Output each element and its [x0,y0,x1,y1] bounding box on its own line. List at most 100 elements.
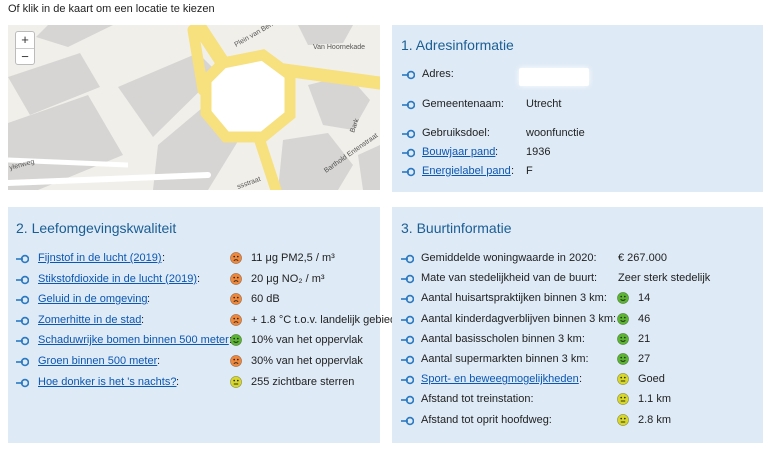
arrow-bullet-icon [402,128,416,139]
orange-smiley-icon [230,272,242,285]
info-link[interactable]: Geluid in de omgeving [38,291,147,307]
row-value: Goed [638,373,665,386]
orange-smiley-icon [230,313,242,326]
leef-row: Groen binnen 500 meter:30% van het opper… [16,353,376,369]
row-value: Zeer sterk stedelijk [618,272,711,285]
yellow-smiley-icon [617,413,629,426]
info-link[interactable]: Stikstofdioxide in de lucht (2019) [38,271,197,287]
row-value: woonfunctie [526,127,585,139]
arrow-bullet-icon [401,253,415,264]
row-value: 20 μg NO₂ / m³ [251,272,325,285]
row-value: 30% van het oppervlak [251,355,363,367]
arrow-bullet-icon [16,377,30,387]
row-label: Gebruiksdoel: [422,127,490,139]
info-link[interactable]: Groen binnen 500 meter [38,353,157,369]
leef-row: Schaduwrijke bomen binnen 500 meter:10% … [16,332,376,348]
arrow-bullet-icon [401,334,415,344]
arrow-bullet-icon [401,415,415,425]
arrow-bullet-icon [16,315,30,325]
leef-row: Stikstofdioxide in de lucht (2019):20 μg… [16,271,376,287]
arrow-bullet-icon [401,293,415,304]
row-value: 1.1 km [638,393,672,406]
info-link[interactable]: Zomerhitte in de stad [38,312,141,328]
green-smiley-icon [230,334,242,347]
zoom-out-button[interactable]: − [16,48,34,64]
info-link[interactable]: Schaduwrijke bomen binnen 500 meter [38,332,229,348]
row-label: Mate van stedelijkheid van de buurt: [421,272,598,285]
row-label: Aantal kinderdagverblijven binnen 3 km: [421,312,617,325]
row-label: Aantal huisartspraktijken binnen 3 km: [421,292,607,305]
street-label: Van Hoornekade [313,44,365,51]
adres-row: Energielabel pand: F [402,163,752,179]
row-value: F [526,165,533,177]
green-smiley-icon [617,292,629,305]
arrow-bullet-icon [16,335,30,346]
row-label: Gemiddelde woningwaarde in 2020: [421,252,597,264]
zoom-in-button[interactable]: + [16,32,34,48]
row-value: 255 zichtbare sterren [251,375,355,388]
leef-row: Fijnstof in de lucht (2019):11 μg PM2,5 … [16,250,376,266]
yellow-smiley-icon [617,373,629,386]
info-link[interactable]: Energielabel pand [422,163,511,179]
row-value: 14 [638,292,651,305]
adres-row: Adres: [402,66,752,82]
panel-title: 2. Leefomgevingskwaliteit [16,220,177,236]
adres-row: Bouwjaar pand:1936 [402,144,752,160]
map-tiles[interactable]: Plein van Berlage Van Hoornekade Barthol… [8,25,380,190]
zoom-control: + − [15,31,35,65]
buurt-row: Aantal supermarkten binnen 3 km: 27 [401,351,759,367]
arrow-bullet-icon [401,354,415,365]
buurt-row: Sport- en beweegmogelijkheden: Goed [401,371,759,387]
row-value: 27 [638,353,651,365]
info-link[interactable]: Bouwjaar pand [422,144,495,160]
orange-smiley-icon [230,293,242,306]
info-link[interactable]: Hoe donker is het 's nachts? [38,374,176,390]
orange-smiley-icon [230,252,242,264]
row-value: + 1.8 °C t.o.v. landelijk gebied [251,313,397,326]
row-value: 10% van het oppervlak [251,334,363,347]
leef-row: Zomerhitte in de stad: + 1.8 °C t.o.v. la… [16,312,396,328]
row-label: Adres: [422,68,454,80]
buurt-row: Aantal huisartspraktijken binnen 3 km: 14 [401,290,759,306]
orange-smiley-icon [230,355,242,367]
buurt-row: Aantal basisscholen binnen 3 km: 21 [401,331,759,347]
arrow-bullet-icon [402,166,416,177]
buurt-row: Mate van stedelijkheid van de buurt: Zeer… [401,270,759,286]
row-value: 2.8 km [638,413,672,426]
row-value: Utrecht [526,98,562,110]
row-value: 1936 [526,146,551,158]
info-link[interactable]: Fijnstof in de lucht (2019) [38,250,162,266]
arrow-bullet-icon [402,147,416,158]
green-smiley-icon [617,312,629,325]
adres-panel: 1. Adresinformatie Adres: Gemeentenaam: Ut… [392,25,763,192]
panel-title: 1. Adresinformatie [401,37,514,53]
row-value: 21 [638,332,651,345]
yellow-smiley-icon [617,393,629,406]
adres-row: Gemeentenaam: Utrecht [402,96,752,112]
arrow-bullet-icon [401,394,415,405]
location-map[interactable]: + − Plein van Berlage Van [8,25,380,190]
arrow-bullet-icon [16,274,30,284]
row-value: € 267.000 [618,252,667,264]
info-link[interactable]: Sport- en beweegmogelijkheden [421,371,579,387]
green-smiley-icon [617,332,629,345]
arrow-bullet-icon [16,356,30,367]
row-label: Gemeentenaam: [422,98,504,110]
row-value: 60 dB [251,293,280,306]
arrow-bullet-icon [16,294,30,305]
row-label: Afstand tot oprit hoofdweg: [421,413,552,426]
row-label: Afstand tot treinstation: [421,393,534,406]
arrow-bullet-icon [402,99,416,110]
buurt-row: Aantal kinderdagverblijven binnen 3 km: 4… [401,311,759,327]
buurt-row: Gemiddelde woningwaarde in 2020: € 267.00… [401,250,759,266]
adres-row: Gebruiksdoel: woonfunctie [402,125,752,141]
row-label: Aantal supermarkten binnen 3 km: [421,353,589,365]
panel-title: 3. Buurtinformatie [401,220,512,236]
buurt-panel: 3. Buurtinformatie Gemiddelde woningwaar… [392,207,763,443]
buurt-row: Afstand tot oprit hoofdweg: 2.8 km [401,412,759,428]
arrow-bullet-icon [16,253,30,264]
leef-row: Geluid in de omgeving:60 dB [16,291,376,307]
row-value: 11 μg PM2,5 / m³ [251,252,335,264]
arrow-bullet-icon [402,69,416,80]
green-smiley-icon [617,353,629,365]
